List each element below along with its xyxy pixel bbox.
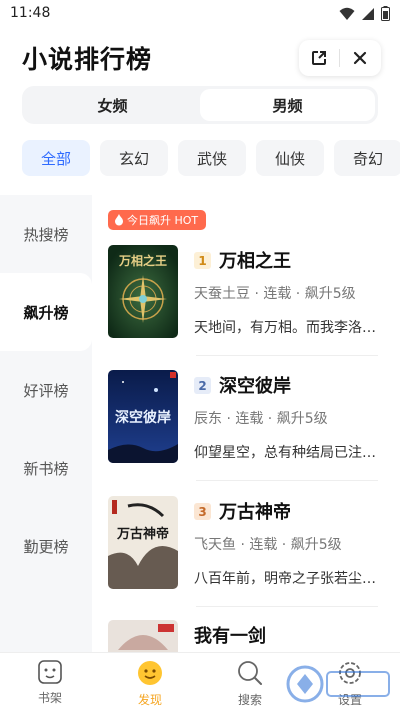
status-bar: 11:48 xyxy=(0,0,400,30)
book-desc: 仰望星空，总有种结局已注定的感觉。 xyxy=(194,445,378,461)
chip-xuanhuan[interactable]: 玄幻 xyxy=(100,140,168,176)
divider xyxy=(196,480,378,481)
status-time: 11:48 xyxy=(10,5,51,21)
tab-search-label: 搜索 xyxy=(237,693,262,707)
book-meta: 飞天鱼 · 连载 · 飙升5级 xyxy=(194,537,342,553)
tab-male[interactable]: 男频 xyxy=(200,89,375,121)
book-item[interactable]: 深空彼岸 2 深空彼岸 辰东 · 连载 · 飙升5级 仰望星空，总有种结局已注定… xyxy=(108,370,378,482)
share-icon xyxy=(312,51,326,65)
book-cover xyxy=(108,620,178,652)
book-item[interactable]: 万相之王 1 万相之王 天蚕土豆 · 连载 · 飙升5级 天地间，有万相。而我李… xyxy=(108,245,378,357)
book-title: 深空彼岸 xyxy=(219,376,291,397)
bookshelf-icon xyxy=(38,660,62,684)
discover-icon xyxy=(138,661,162,685)
cover-title: 万古神帝 xyxy=(116,526,169,542)
wifi-icon xyxy=(339,7,355,20)
hot-badge: 今日飙升 HOT xyxy=(108,210,207,230)
book-cover: 深空彼岸 xyxy=(108,370,178,463)
chip-xianxia[interactable]: 仙侠 xyxy=(256,140,324,176)
rank-number: 1 xyxy=(194,252,211,269)
divider xyxy=(196,355,378,356)
page-title: 小说排行榜 xyxy=(22,45,153,74)
status-icons xyxy=(339,6,390,21)
chip-all[interactable]: 全部 xyxy=(22,140,90,176)
book-meta: 辰东 · 连载 · 飙升5级 xyxy=(194,411,328,427)
tab-discover[interactable]: 发现 xyxy=(110,659,190,711)
book-title: 我有一剑 xyxy=(194,626,266,647)
share-button[interactable] xyxy=(299,40,339,76)
gender-switch: 女频 男频 xyxy=(22,86,378,124)
close-icon xyxy=(353,51,367,65)
book-title: 万相之王 xyxy=(219,251,291,272)
close-button[interactable] xyxy=(340,40,380,76)
category-chips: 全部 玄幻 武侠 仙侠 奇幻 xyxy=(22,140,400,176)
rank-number: 3 xyxy=(194,503,211,520)
book-cover: 万相之王 xyxy=(108,245,178,338)
book-cover: 万古神帝 xyxy=(108,496,178,589)
book-desc: 八百年前，明帝之子张若尘，被他的未婚妻杀死。 xyxy=(194,571,378,587)
flame-icon xyxy=(115,214,123,226)
chip-wuxia[interactable]: 武侠 xyxy=(178,140,246,176)
chip-qihuan[interactable]: 奇幻 xyxy=(334,140,400,176)
watermark-logo xyxy=(286,665,390,703)
book-item[interactable]: 万古神帝 3 万古神帝 飞天鱼 · 连载 · 飙升5级 八百年前，明帝之子张若尘… xyxy=(108,496,378,608)
tab-bookshelf[interactable]: 书架 xyxy=(10,659,90,711)
nav-diligent-update[interactable]: 勤更榜 xyxy=(0,507,92,585)
tab-discover-label: 发现 xyxy=(137,693,162,707)
tab-search[interactable]: 搜索 xyxy=(210,659,290,711)
book-meta: 天蚕土豆 · 连载 · 飙升5级 xyxy=(194,286,356,302)
nav-new-book[interactable]: 新书榜 xyxy=(0,429,92,507)
book-desc: 天地间，有万相。而我李洛，终将成为这万相之王。 xyxy=(194,320,378,336)
rank-number: 2 xyxy=(194,377,211,394)
tab-bookshelf-label: 书架 xyxy=(37,691,62,705)
nav-rising[interactable]: 飙升榜 xyxy=(0,273,92,351)
cover-title: 万相之王 xyxy=(118,253,167,268)
hot-badge-label: 今日飙升 HOT xyxy=(127,214,199,227)
nav-good-review[interactable]: 好评榜 xyxy=(0,351,92,429)
nav-hot-search[interactable]: 热搜榜 xyxy=(0,195,92,273)
search-icon xyxy=(238,661,262,685)
cover-title: 深空彼岸 xyxy=(115,409,171,426)
capsule-menu xyxy=(299,40,381,76)
book-item[interactable]: 我有一剑 xyxy=(108,620,378,652)
signal-icon xyxy=(362,7,374,20)
divider xyxy=(196,606,378,607)
rank-nav: 热搜榜 飙升榜 好评榜 新书榜 勤更榜 xyxy=(0,195,92,652)
battery-icon xyxy=(381,6,390,21)
tab-female[interactable]: 女频 xyxy=(25,89,200,121)
book-title: 万古神帝 xyxy=(219,502,291,523)
